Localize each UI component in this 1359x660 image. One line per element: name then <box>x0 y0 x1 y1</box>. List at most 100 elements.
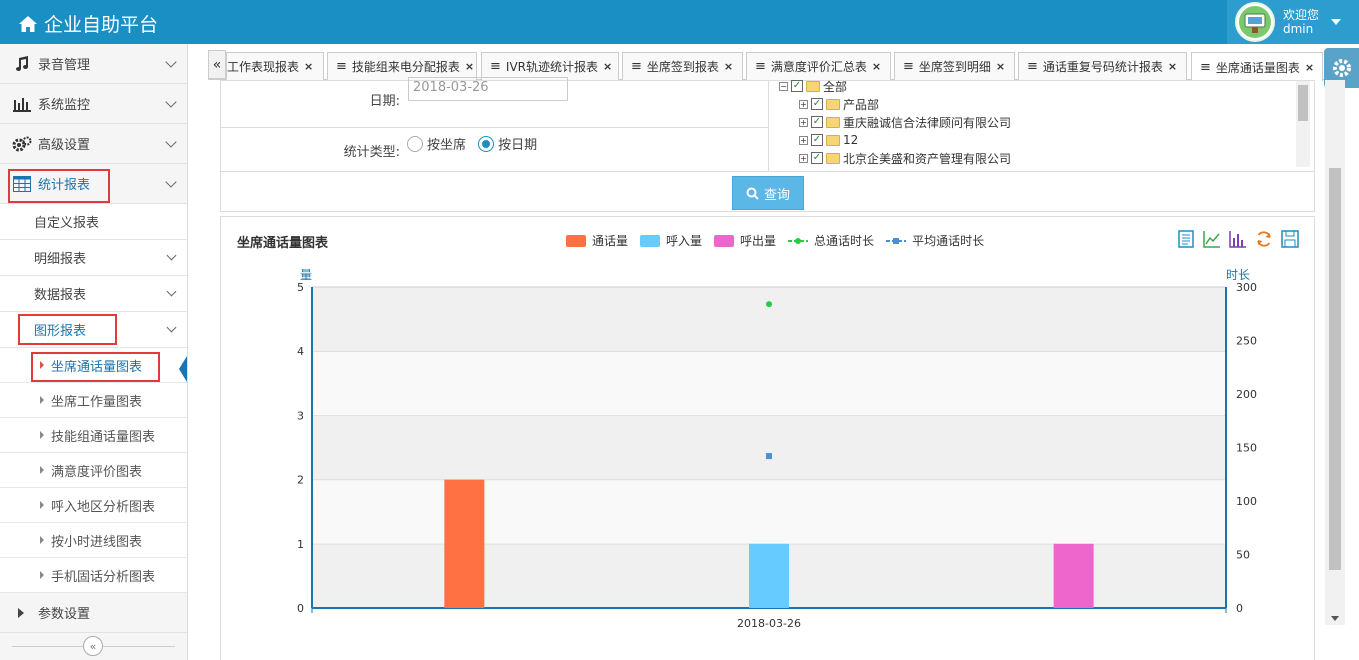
chevron-down-icon <box>165 56 177 68</box>
sidebar-item-monitor[interactable]: 系统监控 <box>0 84 187 124</box>
sidebar-subitem-custom[interactable]: 自定义报表 <box>0 204 187 240</box>
refresh-icon[interactable] <box>1254 229 1274 249</box>
tab-repeat-number[interactable]: ≡ 通话重复号码统计报表 × <box>1018 52 1187 80</box>
sidebar-item-reports[interactable]: 统计报表 <box>0 164 187 204</box>
sidebar-item-recording[interactable]: 录音管理 <box>0 44 187 84</box>
tree-node[interactable]: + ✓ 北京企美盛和资产管理有限公司 <box>779 149 1011 167</box>
close-icon[interactable]: × <box>304 60 313 73</box>
sidebar-leaf-satisfaction-chart[interactable]: 满意度评价图表 <box>0 453 187 488</box>
top-header: 企业自助平台 欢迎您 dmin <box>0 0 1359 44</box>
sidebar-leaf-label: 满意度评价图表 <box>51 464 143 480</box>
scrollbar-thumb[interactable] <box>1298 85 1308 121</box>
legend-item-total-duration[interactable]: 总通话时长 <box>788 232 874 249</box>
menu-icon: ≡ <box>903 59 914 74</box>
reports-submenu: 自定义报表 明细报表 数据报表 图形报表 坐席通话量图表 坐席工作量图表 技能组… <box>0 204 187 593</box>
radio-by-date[interactable]: 按日期 <box>478 134 537 153</box>
caret-right-icon <box>40 431 44 439</box>
save-image-icon[interactable] <box>1280 229 1300 249</box>
caret-right-icon <box>40 361 44 369</box>
active-indicator <box>179 356 187 382</box>
sidebar-leaf-agent-call-chart[interactable]: 坐席通话量图表 <box>0 348 187 383</box>
tab-satisfaction-summary[interactable]: ≡ 满意度评价汇总表 × <box>746 52 891 80</box>
tree-node[interactable]: + ✓ 重庆融诚信合法律顾问有限公司 <box>779 113 1011 131</box>
expand-icon[interactable]: + <box>799 99 808 109</box>
tree-node[interactable]: + ✓ 产品部 <box>779 95 1011 113</box>
tree-node[interactable]: + ✓ 12 <box>779 131 1011 149</box>
bar-1 <box>749 543 789 608</box>
scroll-down-arrow[interactable] <box>1331 616 1339 621</box>
sidebar-collapse-button[interactable]: « <box>83 636 103 656</box>
close-icon[interactable]: × <box>724 60 733 73</box>
expand-icon[interactable]: + <box>799 117 808 127</box>
tab-signin-detail[interactable]: ≡ 坐席签到明细 × <box>894 52 1015 80</box>
tab-agent-call-chart[interactable]: ≡ 坐席通话量图表 × <box>1191 52 1323 81</box>
sidebar-item-params[interactable]: 参数设置 <box>0 593 187 633</box>
legend-item-outbound[interactable]: 呼出量 <box>714 232 776 249</box>
checkbox-checked-icon[interactable]: ✓ <box>791 80 803 92</box>
chevron-down-icon <box>166 286 177 297</box>
caret-right-icon <box>40 536 44 544</box>
legend-line-swatch <box>788 237 809 244</box>
tab-label: 坐席签到报表 <box>646 60 719 74</box>
expand-icon[interactable]: + <box>799 153 808 163</box>
line-point-total-duration <box>766 301 772 308</box>
checkbox-checked-icon[interactable]: ✓ <box>811 152 823 164</box>
app-brand[interactable]: 企业自助平台 <box>18 10 158 37</box>
scrollbar-thumb[interactable] <box>1329 168 1341 570</box>
data-view-icon[interactable] <box>1176 229 1196 249</box>
y2-tick-label: 0 <box>1236 602 1243 615</box>
sidebar-leaf-phone-type-chart[interactable]: 手机固话分析图表 <box>0 558 187 593</box>
collapse-icon[interactable]: − <box>779 81 788 91</box>
radio-by-agent[interactable]: 按坐席 <box>407 134 466 153</box>
y2-tick-label: 300 <box>1236 281 1257 294</box>
tab-skill-distribution[interactable]: ≡ 技能组来电分配报表 × <box>327 52 477 80</box>
folder-icon <box>826 98 840 110</box>
sidebar-subitem-detail[interactable]: 明细报表 <box>0 240 187 276</box>
close-icon[interactable]: × <box>996 60 1005 73</box>
expand-icon[interactable]: + <box>799 135 808 145</box>
tab-scroll-left-button[interactable]: « <box>208 50 226 79</box>
close-icon[interactable]: × <box>872 60 881 73</box>
close-icon[interactable]: × <box>603 60 612 73</box>
sidebar-leaf-skill-group-chart[interactable]: 技能组通话量图表 <box>0 418 187 453</box>
sidebar-leaf-label: 呼入地区分析图表 <box>51 499 156 515</box>
legend-item-calls[interactable]: 通话量 <box>566 232 628 249</box>
sidebar-item-label: 录音管理 <box>38 58 91 73</box>
chevron-down-icon <box>166 250 177 261</box>
legend-label: 总通话时长 <box>814 234 875 248</box>
checkbox-checked-icon[interactable]: ✓ <box>811 98 823 110</box>
close-icon[interactable]: × <box>465 60 474 73</box>
tree-node-all[interactable]: − ✓ 全部 <box>779 77 1011 95</box>
line-chart-icon[interactable] <box>1202 229 1222 249</box>
tree-scrollbar[interactable] <box>1296 81 1310 167</box>
date-input[interactable]: 2018-03-26 <box>408 77 568 101</box>
query-form: 日期: 2018-03-26 统计类型: 按坐席 按日期 − ✓ 全部 + ✓ 产品部 … <box>220 77 1315 212</box>
sidebar-subitem-data[interactable]: 数据报表 <box>0 276 187 312</box>
caret-down-icon <box>1331 19 1342 25</box>
sidebar-leaf-agent-work-chart[interactable]: 坐席工作量图表 <box>0 383 187 418</box>
tab-ivr-trace[interactable]: ≡ IVR轨迹统计报表 × <box>481 52 619 80</box>
legend-label: 呼出量 <box>740 234 777 248</box>
checkbox-checked-icon[interactable]: ✓ <box>811 116 823 128</box>
checkbox-checked-icon[interactable]: ✓ <box>811 134 823 146</box>
sidebar-item-advanced[interactable]: 高级设置 <box>0 124 187 164</box>
user-menu[interactable]: 欢迎您 dmin <box>1227 0 1359 44</box>
sidebar-leaf-region-chart[interactable]: 呼入地区分析图表 <box>0 488 187 523</box>
sidebar-subitem-graph[interactable]: 图形报表 <box>0 312 187 348</box>
legend-item-avg-duration[interactable]: 平均通话时长 <box>886 232 984 249</box>
close-icon[interactable]: × <box>1305 61 1314 74</box>
tab-label: IVR轨迹统计报表 <box>505 60 598 74</box>
sidebar-leaf-hourly-chart[interactable]: 按小时进线图表 <box>0 523 187 558</box>
line-point-avg-duration <box>766 453 772 460</box>
tab-work-performance[interactable]: 工作表现报表 × <box>226 52 324 80</box>
bar-chart-icon[interactable] <box>1228 229 1248 249</box>
query-button[interactable]: 查询 <box>732 176 804 210</box>
radio-circle-checked <box>478 135 495 152</box>
legend-item-inbound[interactable]: 呼入量 <box>640 232 702 249</box>
y-tick-label: 2 <box>297 474 304 487</box>
close-icon[interactable]: × <box>1168 60 1177 73</box>
gear-icon <box>1332 59 1351 77</box>
type-row: 统计类型: 按坐席 按日期 <box>221 128 768 171</box>
page-scrollbar[interactable] <box>1325 80 1345 625</box>
tab-agent-signin[interactable]: ≡ 坐席签到报表 × <box>622 52 743 80</box>
